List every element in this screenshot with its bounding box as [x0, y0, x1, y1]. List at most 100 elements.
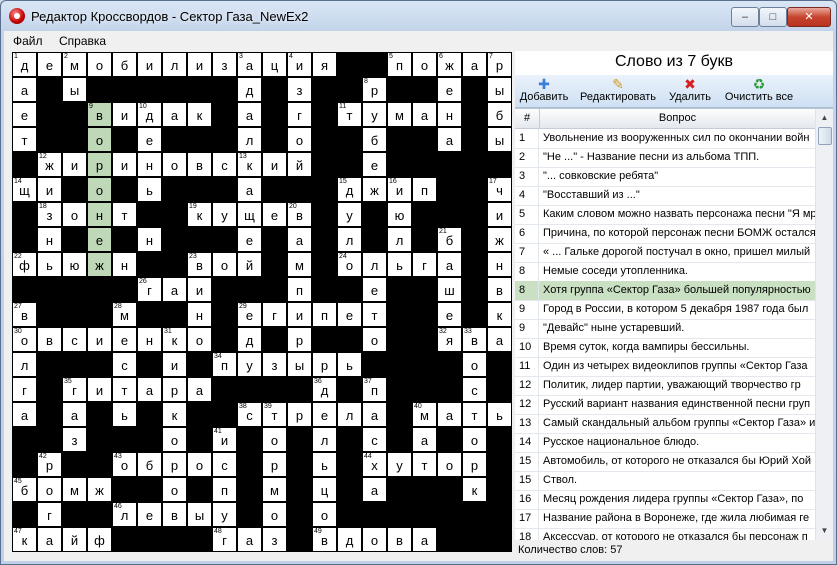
grid-cell[interactable]: 3а: [237, 52, 262, 77]
grid-cell[interactable]: а: [237, 527, 262, 552]
grid-cell[interactable]: 11 т: [337, 102, 362, 127]
grid-cell[interactable]: г: [287, 102, 312, 127]
table-scrollbar[interactable]: ▲ ▼: [815, 109, 833, 540]
grid-cell[interactable]: 49 в: [312, 527, 337, 552]
column-question-header[interactable]: Вопрос: [540, 109, 816, 128]
grid-cell[interactable]: ы: [287, 352, 312, 377]
add-button[interactable]: ✚ Добавить: [517, 76, 571, 106]
grid-cell[interactable]: ь: [112, 402, 137, 427]
grid-cell[interactable]: 48 г: [212, 527, 237, 552]
table-row[interactable]: 15 Ствол.: [515, 471, 815, 491]
grid-cell[interactable]: р: [312, 352, 337, 377]
grid-cell[interactable]: 21 б: [437, 227, 462, 252]
table-row[interactable]: 12 Политик, лидер партии, уважающий творч…: [515, 376, 815, 396]
grid-cell[interactable]: а: [437, 252, 462, 277]
grid-cell[interactable]: к: [462, 477, 487, 502]
grid-cell[interactable]: ж: [487, 227, 512, 252]
grid-cell[interactable]: в: [187, 152, 212, 177]
title-bar[interactable]: Редактор Кроссвордов - Сектор Газа_NewEx…: [1, 1, 836, 31]
grid-cell[interactable]: м: [287, 252, 312, 277]
grid-cell[interactable]: ь: [312, 452, 337, 477]
menu-file[interactable]: Файл: [13, 34, 43, 48]
grid-cell[interactable]: о: [212, 252, 237, 277]
grid-cell[interactable]: и: [187, 277, 212, 302]
grid-cell[interactable]: в: [37, 327, 62, 352]
grid-cell[interactable]: у: [337, 202, 362, 227]
grid-cell[interactable]: о: [312, 502, 337, 527]
grid-cell[interactable]: о: [412, 52, 437, 77]
grid-cell[interactable]: а: [62, 402, 87, 427]
grid-cell[interactable]: ш: [437, 277, 462, 302]
grid-cell[interactable]: е: [137, 127, 162, 152]
grid-cell[interactable]: е: [337, 302, 362, 327]
grid-cell[interactable]: б: [137, 452, 162, 477]
grid-cell[interactable]: а: [487, 327, 512, 352]
grid-cell[interactable]: 2м: [62, 52, 87, 77]
grid-cell[interactable]: а: [237, 177, 262, 202]
grid-cell[interactable]: и: [287, 302, 312, 327]
table-row[interactable]: 16 Месяц рождения лидера группы «Сектор Г…: [515, 490, 815, 510]
grid-cell[interactable]: 7р: [487, 52, 512, 77]
grid-cell[interactable]: и: [262, 152, 287, 177]
scroll-down-icon[interactable]: ▼: [817, 523, 832, 538]
grid-cell[interactable]: а: [437, 402, 462, 427]
grid-cell[interactable]: о: [162, 152, 187, 177]
grid-cell[interactable]: п: [287, 277, 312, 302]
table-row[interactable]: 7 « ... Гальке дорогой постучал в окно, п…: [515, 243, 815, 263]
grid-cell[interactable]: е: [137, 502, 162, 527]
grid-cell[interactable]: 12 ж: [37, 152, 62, 177]
grid-cell[interactable]: 19 к: [187, 202, 212, 227]
grid-cell[interactable]: 30 о: [12, 327, 37, 352]
grid-cell[interactable]: е: [262, 202, 287, 227]
grid-cell[interactable]: л: [312, 427, 337, 452]
grid-cell[interactable]: ц: [312, 477, 337, 502]
grid-cell[interactable]: о: [162, 427, 187, 452]
grid-cell[interactable]: 1д: [12, 52, 37, 77]
grid-cell[interactable]: а: [287, 227, 312, 252]
grid-cell[interactable]: 35 г: [62, 377, 87, 402]
grid-cell[interactable]: г: [12, 377, 37, 402]
grid-cell[interactable]: 40 м: [412, 402, 437, 427]
grid-cell[interactable]: г: [262, 302, 287, 327]
table-row[interactable]: 12 Русский вариант названия единственной …: [515, 395, 815, 415]
grid-cell[interactable]: в: [162, 502, 187, 527]
minimize-button[interactable]: –: [731, 7, 759, 27]
clear-all-button[interactable]: ♻ Очистить все: [721, 76, 797, 106]
grid-cell[interactable]: л: [387, 227, 412, 252]
table-row[interactable]: 15 Автомобиль, от которого не отказался б…: [515, 452, 815, 472]
grid-cell[interactable]: ь: [137, 177, 162, 202]
grid-cell[interactable]: 8р: [362, 77, 387, 102]
grid-cell[interactable]: е: [362, 152, 387, 177]
grid-cell[interactable]: о: [437, 452, 462, 477]
grid-cell[interactable]: о: [62, 202, 87, 227]
table-row[interactable]: 11 Один из четырех видеоклипов группы «Се…: [515, 357, 815, 377]
grid-cell[interactable]: л: [337, 402, 362, 427]
grid-cell[interactable]: о: [87, 177, 112, 202]
maximize-button[interactable]: □: [759, 7, 787, 27]
grid-cell[interactable]: с: [462, 377, 487, 402]
table-row[interactable]: 2 "Не ..." - Название песни из альбома ТП…: [515, 148, 815, 168]
grid-cell[interactable]: т: [112, 377, 137, 402]
grid-cell[interactable]: 10 д: [137, 102, 162, 127]
grid-cell[interactable]: н: [487, 252, 512, 277]
menu-help[interactable]: Справка: [59, 34, 106, 48]
grid-cell[interactable]: л: [362, 252, 387, 277]
grid-cell[interactable]: м: [387, 102, 412, 127]
grid-cell[interactable]: о: [262, 502, 287, 527]
grid-cell[interactable]: ь: [487, 402, 512, 427]
grid-cell[interactable]: у: [237, 352, 262, 377]
grid-cell[interactable]: 13 к: [237, 152, 262, 177]
grid-cell[interactable]: 5п: [387, 52, 412, 77]
grid-cell[interactable]: ь: [387, 252, 412, 277]
grid-cell[interactable]: о: [262, 427, 287, 452]
grid-cell[interactable]: ы: [62, 77, 87, 102]
grid-cell[interactable]: 37 п: [362, 377, 387, 402]
grid-cell[interactable]: у: [212, 502, 237, 527]
grid-cell[interactable]: 18 з: [37, 202, 62, 227]
grid-cell[interactable]: и: [87, 327, 112, 352]
delete-button[interactable]: ✖ Удалить: [665, 76, 715, 106]
grid-cell[interactable]: а: [437, 127, 462, 152]
scroll-up-icon[interactable]: ▲: [817, 110, 832, 125]
grid-cell[interactable]: а: [412, 427, 437, 452]
grid-cell[interactable]: т: [412, 452, 437, 477]
